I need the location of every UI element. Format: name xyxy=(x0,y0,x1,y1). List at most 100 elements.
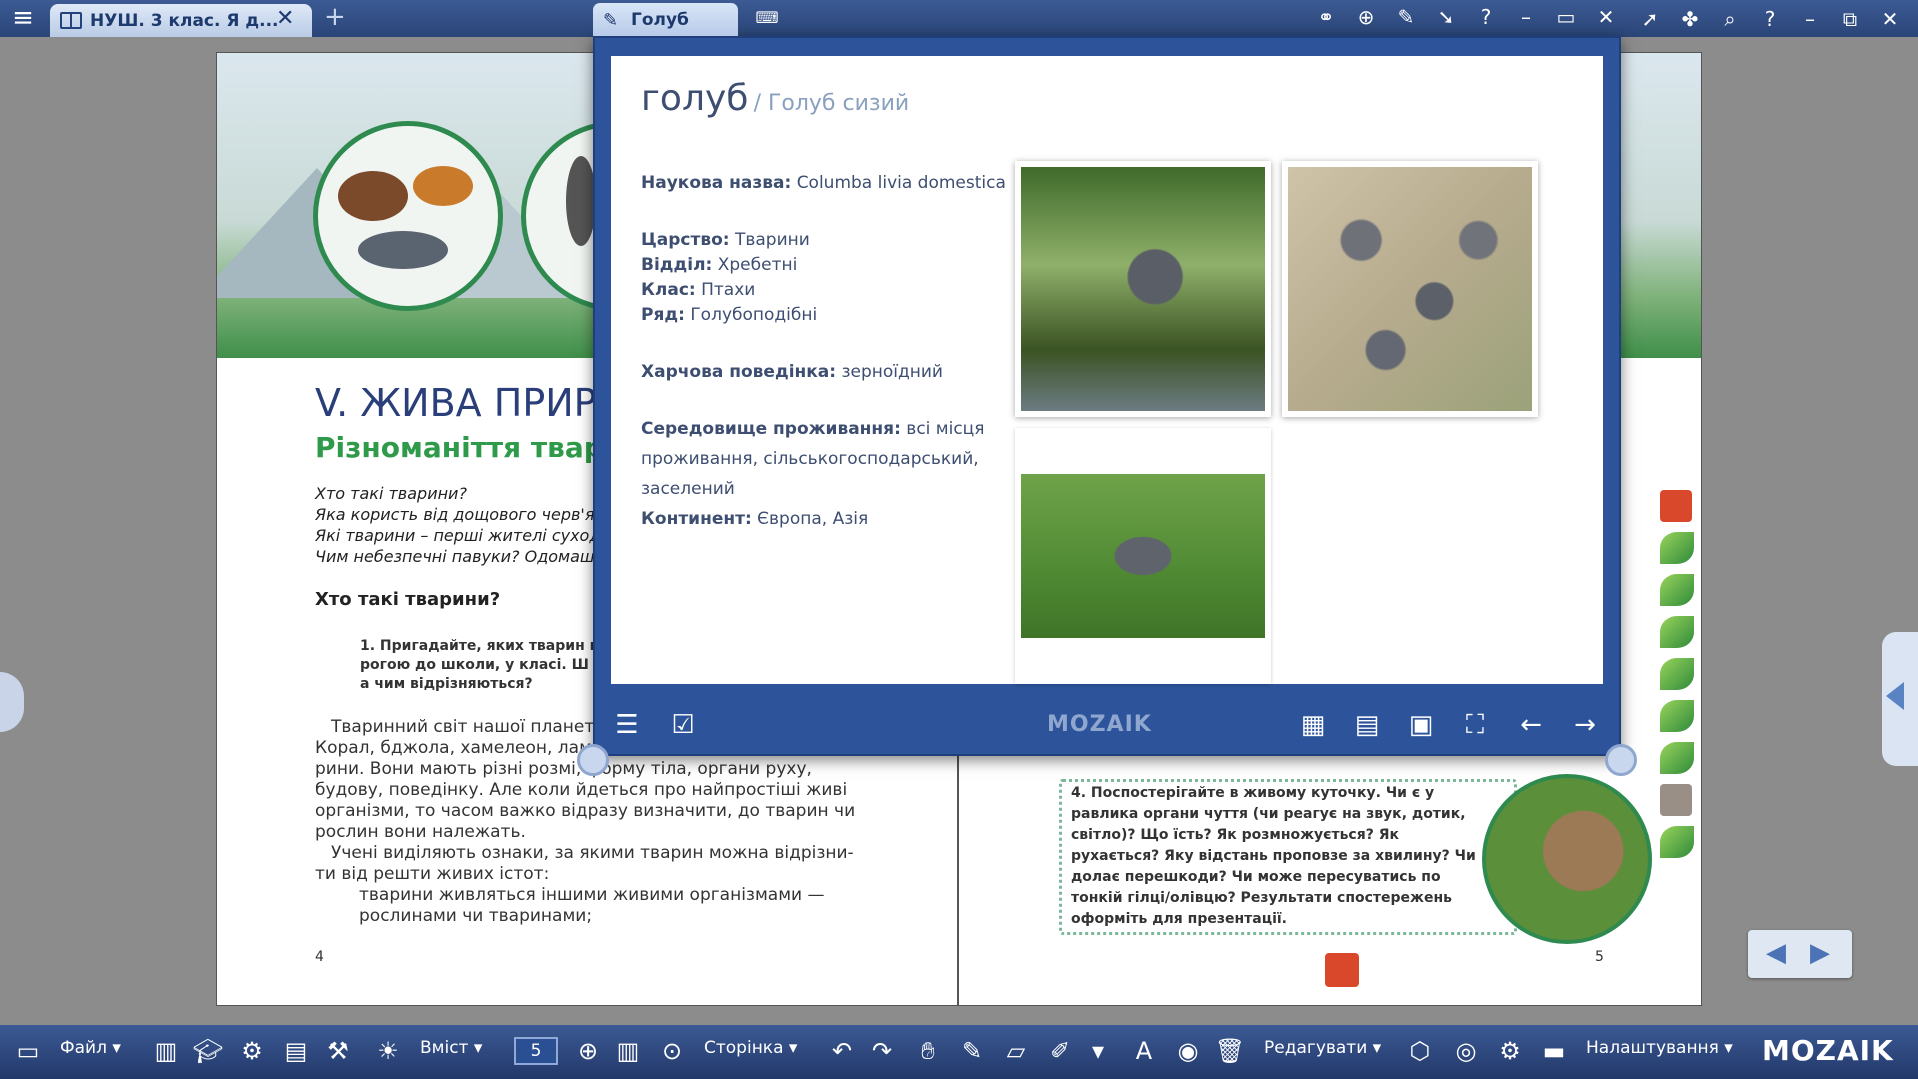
keyboard-icon[interactable]: ⌨ xyxy=(752,8,782,28)
two-page-view-icon[interactable]: ▥ xyxy=(612,1035,644,1067)
pen-icon[interactable]: ✎ xyxy=(1390,4,1422,30)
text-line: ти від решти живих істот: xyxy=(315,864,550,884)
marker-icon[interactable]: ✎ xyxy=(956,1035,988,1067)
next-page-icon[interactable]: ▶ xyxy=(1810,938,1830,968)
help-icon[interactable]: ? xyxy=(1756,6,1784,32)
question-line: Чим небезпечні павуки? Одомашн xyxy=(315,547,606,566)
maximize-icon[interactable]: ▭ xyxy=(1550,4,1582,30)
leaf-icon[interactable] xyxy=(1660,532,1694,564)
right-panel-handle[interactable] xyxy=(1882,632,1918,766)
cube-icon[interactable]: ⬡ xyxy=(1404,1035,1436,1067)
info-value: Птахи xyxy=(701,280,756,300)
gear-icon[interactable]: ⚙ xyxy=(1494,1035,1526,1067)
info-label: Ряд: xyxy=(641,305,685,325)
contents-menu[interactable]: Вміст ▾ xyxy=(420,1038,482,1058)
graduation-icon[interactable]: 🎓︎ xyxy=(192,1035,224,1067)
apps-grid-icon[interactable]: ✤ xyxy=(1676,6,1704,32)
page-number-input[interactable]: 5 xyxy=(514,1037,558,1065)
add-page-icon[interactable]: ⊕ xyxy=(572,1035,604,1067)
pointer-icon[interactable]: ➘ xyxy=(1430,4,1462,30)
gallery-view-icon[interactable]: ▣ xyxy=(1404,708,1438,742)
document-tab[interactable]: НУШ. 3 клас. Я д... ✕ xyxy=(50,4,312,37)
close-icon[interactable]: ✕ xyxy=(1590,4,1622,30)
leaf-icon[interactable] xyxy=(1660,616,1694,648)
prev-arrow-icon[interactable]: ← xyxy=(1514,708,1548,742)
leaf-icon[interactable] xyxy=(1660,742,1694,774)
top-bar: ≡ НУШ. 3 клас. Я д... ✕ + ➚ ✤ ⌕ ? – ⧉ ✕ xyxy=(0,0,1918,37)
pigeon-photo-3[interactable] xyxy=(1015,428,1271,684)
rocket-icon[interactable]: ➚ xyxy=(1636,6,1664,32)
trash-icon[interactable]: 🗑︎ xyxy=(1214,1035,1246,1067)
hand-icon[interactable]: ✋︎ xyxy=(912,1035,944,1067)
pigeon-grass-image xyxy=(1021,474,1265,638)
bottom-toolbar: ▭ Файл ▾ ▥ 🎓︎ ⚙ ▤ ⚒ ☀ Вміст ▾ 5 ⊕ ▥ ⊙ Ст… xyxy=(0,1025,1918,1079)
table-view-icon[interactable]: ▦ xyxy=(1296,708,1330,742)
lightbulb-icon[interactable]: ☀ xyxy=(372,1035,404,1067)
pigeon-photo-1[interactable] xyxy=(1015,161,1271,417)
share-icon[interactable]: ⚭ xyxy=(1310,4,1342,30)
restore-icon[interactable]: ⧉ xyxy=(1836,6,1864,32)
close-tab-icon[interactable]: ✕ xyxy=(276,6,294,31)
text-line: тварини живляться іншими живими організм… xyxy=(359,885,825,905)
text-tool-icon[interactable]: A xyxy=(1128,1035,1160,1067)
dolphin-image xyxy=(358,231,448,269)
info-value: Європа, Азія xyxy=(757,509,869,529)
list-icon[interactable]: ☰ xyxy=(610,708,644,742)
notes-icon[interactable]: ▤ xyxy=(280,1035,312,1067)
resize-handle-left[interactable] xyxy=(577,744,609,776)
hammer-icon[interactable]: ⚒ xyxy=(322,1035,354,1067)
pen-set-icon[interactable]: ✐ xyxy=(1044,1035,1076,1067)
dropdown-icon[interactable]: ▾ xyxy=(1082,1035,1114,1067)
page-number-left: 4 xyxy=(315,949,324,965)
close-icon[interactable]: ✕ xyxy=(1876,6,1904,32)
text-line: рослинами чи тваринами; xyxy=(359,906,593,926)
hamburger-icon[interactable]: ≡ xyxy=(8,5,38,32)
redo-icon[interactable]: ↷ xyxy=(866,1035,898,1067)
add-scene-icon[interactable]: ⊕ xyxy=(1350,4,1382,30)
quiz-icon[interactable]: ☑ xyxy=(666,708,700,742)
edit-menu[interactable]: Редагувати ▾ xyxy=(1264,1038,1381,1058)
minimize-icon[interactable]: – xyxy=(1510,4,1542,30)
text-view-icon[interactable]: ▤ xyxy=(1350,708,1384,742)
leaf-icon[interactable] xyxy=(1660,574,1694,606)
search-icon[interactable]: ⌕ xyxy=(1716,6,1744,32)
prev-page-icon[interactable]: ◀ xyxy=(1766,938,1786,968)
new-tab-button[interactable]: + xyxy=(324,2,346,32)
pigeon-photo-2[interactable] xyxy=(1282,161,1538,417)
task-line: рогою до школи, у класі. Ш xyxy=(360,657,589,673)
popup-title: Голуб xyxy=(631,10,689,30)
info-label: Царство: xyxy=(641,230,730,250)
zoom-icon[interactable]: ⊙ xyxy=(656,1035,688,1067)
minimize-icon[interactable]: – xyxy=(1796,6,1824,32)
leaf-icon[interactable] xyxy=(1660,658,1694,690)
pages-icon[interactable]: ▥ xyxy=(150,1035,182,1067)
tools-icon[interactable]: ⚙ xyxy=(236,1035,268,1067)
film-icon[interactable] xyxy=(1660,784,1692,816)
file-menu[interactable]: Файл ▾ xyxy=(60,1038,121,1058)
settings-menu[interactable]: Налаштування ▾ xyxy=(1586,1038,1733,1058)
resize-handle-right[interactable] xyxy=(1605,744,1637,776)
popup-controls: ⚭ ⊕ ✎ ➘ ? – ▭ ✕ xyxy=(1310,4,1622,30)
wand-icon: ✎ xyxy=(603,10,619,31)
page-nav: ◀ ▶ xyxy=(1748,930,1852,978)
help-icon[interactable]: ? xyxy=(1470,4,1502,30)
page-menu[interactable]: Сторінка ▾ xyxy=(704,1038,797,1058)
display-icon[interactable]: ▬ xyxy=(1538,1035,1570,1067)
species-heading: голуб / Голуб сизий xyxy=(641,78,909,119)
media-icon[interactable] xyxy=(1325,953,1359,987)
leaf-icon[interactable] xyxy=(1660,826,1694,858)
species-info: Наукова назва: Columba livia domestica Ц… xyxy=(641,168,1011,534)
fullscreen-icon[interactable]: ⛶ xyxy=(1458,708,1492,742)
eraser-icon[interactable]: ▱ xyxy=(1000,1035,1032,1067)
camera-icon[interactable]: ◎ xyxy=(1450,1035,1482,1067)
next-arrow-icon[interactable]: → xyxy=(1568,708,1602,742)
media-icon[interactable] xyxy=(1660,490,1692,522)
book-menu-icon[interactable]: ▭ xyxy=(12,1035,44,1067)
animals-circle-image xyxy=(313,121,503,311)
undo-icon[interactable]: ↶ xyxy=(826,1035,858,1067)
collapse-arrow-icon xyxy=(1886,682,1904,710)
spotlight-icon[interactable]: ◉ xyxy=(1172,1035,1204,1067)
leaf-icon[interactable] xyxy=(1660,700,1694,732)
popup-tab[interactable]: ✎ Голуб xyxy=(593,3,738,36)
info-row: Ряд: Голубоподібні xyxy=(641,300,1011,330)
